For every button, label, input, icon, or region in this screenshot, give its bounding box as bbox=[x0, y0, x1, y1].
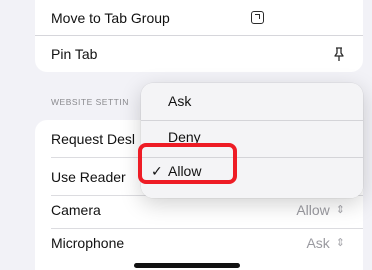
move-to-tab-group-row[interactable]: Move to Tab Group bbox=[35, 0, 363, 36]
pin-tab-label: Pin Tab bbox=[51, 46, 98, 62]
microphone-label: Microphone bbox=[51, 234, 125, 251]
menu-option-label: Ask bbox=[168, 93, 192, 109]
website-settings-header: WEBSITE SETTIN bbox=[51, 97, 129, 107]
pin-icon bbox=[333, 46, 345, 62]
home-indicator bbox=[134, 263, 240, 268]
microphone-row[interactable]: Microphone Ask ⇕ bbox=[35, 224, 363, 261]
camera-value-text: Allow bbox=[296, 201, 330, 218]
move-to-tab-group-label: Move to Tab Group bbox=[51, 9, 170, 26]
menu-option-ask[interactable]: Ask bbox=[141, 83, 363, 119]
pin-tab-row[interactable]: Pin Tab bbox=[35, 36, 363, 72]
use-reader-label: Use Reader bbox=[51, 168, 126, 185]
tab-actions-group: Move to Tab Group Pin Tab bbox=[35, 0, 363, 72]
camera-label: Camera bbox=[51, 201, 101, 218]
camera-value[interactable]: Allow ⇕ bbox=[296, 202, 345, 218]
microphone-value[interactable]: Ask ⇕ bbox=[306, 235, 345, 251]
chevron-up-down-icon: ⇕ bbox=[335, 237, 345, 249]
request-desktop-label: Request Desl bbox=[51, 130, 136, 147]
highlight-box bbox=[138, 143, 237, 184]
microphone-value-text: Ask bbox=[306, 234, 330, 251]
chevron-up-down-icon: ⇕ bbox=[335, 204, 345, 216]
tab-group-icon bbox=[250, 11, 264, 24]
